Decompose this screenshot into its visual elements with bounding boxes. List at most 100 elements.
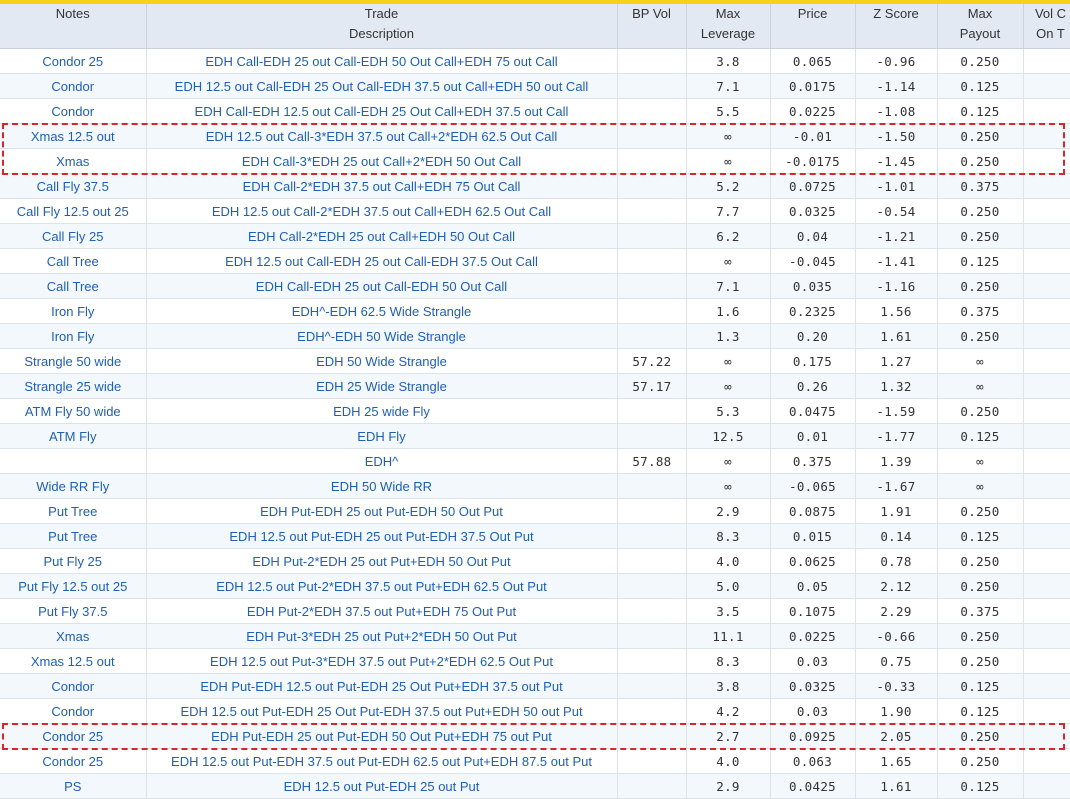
cell-description[interactable]: EDH Fly — [146, 423, 618, 449]
column-header-vol-change[interactable]: Vol C On T — [1023, 4, 1070, 49]
cell-notes[interactable]: Condor — [0, 98, 147, 124]
cell-notes[interactable]: Xmas — [0, 623, 147, 649]
cell-description[interactable]: EDH 12.5 out Call-2*EDH 37.5 out Call+ED… — [146, 198, 618, 224]
cell-notes[interactable]: ATM Fly — [0, 423, 147, 449]
cell-description[interactable]: EDH Put-EDH 25 out Put-EDH 50 Out Put — [146, 498, 618, 524]
cell-notes[interactable]: Call Fly 12.5 out 25 — [0, 198, 147, 224]
cell-notes[interactable]: Strangle 25 wide — [0, 373, 147, 399]
cell-description[interactable]: EDH 12.5 out Put-EDH 37.5 out Put-EDH 62… — [146, 748, 618, 774]
table-row[interactable]: Iron Fly EDH^-EDH 62.5 Wide Strangle 1.6 0.… — [0, 298, 1070, 324]
cell-notes[interactable]: Call Tree — [0, 273, 147, 299]
cell-notes[interactable]: Strangle 50 wide — [0, 348, 147, 374]
table-row[interactable]: Condor 25 EDH 12.5 out Put-EDH 37.5 out P… — [0, 748, 1070, 774]
cell-description[interactable]: EDH 12.5 out Put-3*EDH 37.5 out Put+2*ED… — [146, 648, 618, 674]
table-row[interactable]: Xmas EDH Call-3*EDH 25 out Call+2*EDH 50 … — [0, 148, 1070, 174]
column-header-max-payout[interactable]: Max Payout — [937, 4, 1024, 49]
cell-description[interactable]: EDH 12.5 out Put-EDH 25 Out Put-EDH 37.5… — [146, 698, 618, 724]
cell-notes[interactable]: Put Tree — [0, 523, 147, 549]
column-header-bp-vol[interactable]: BP Vol — [617, 4, 687, 49]
cell-notes[interactable]: Condor — [0, 673, 147, 699]
cell-description[interactable]: EDH 12.5 out Call-EDH 25 Out Call-EDH 37… — [146, 73, 618, 99]
table-row[interactable]: Put Fly 25 EDH Put-2*EDH 25 out Put+EDH 5… — [0, 548, 1070, 574]
cell-max-payout: 0.250 — [937, 623, 1024, 649]
cell-z-score: -0.96 — [855, 48, 938, 74]
table-row[interactable]: Call Fly 37.5 EDH Call-2*EDH 37.5 out Cal… — [0, 173, 1070, 199]
cell-notes[interactable]: Iron Fly — [0, 323, 147, 349]
cell-notes[interactable]: Condor 25 — [0, 48, 147, 74]
table-row[interactable]: Call Tree EDH 12.5 out Call-EDH 25 out Ca… — [0, 248, 1070, 274]
table-row[interactable]: Call Fly 12.5 out 25 EDH 12.5 out Call-2*… — [0, 198, 1070, 224]
cell-notes[interactable]: Condor — [0, 698, 147, 724]
cell-description[interactable]: EDH 50 Wide RR — [146, 473, 618, 499]
cell-description[interactable]: EDH^-EDH 50 Wide Strangle — [146, 323, 618, 349]
cell-notes[interactable]: Iron Fly — [0, 298, 147, 324]
table-row[interactable]: Put Fly 37.5 EDH Put-2*EDH 37.5 out Put+E… — [0, 598, 1070, 624]
cell-description[interactable]: EDH 12.5 out Put-2*EDH 37.5 out Put+EDH … — [146, 573, 618, 599]
table-row[interactable]: Strangle 50 wide EDH 50 Wide Strangle 57.2… — [0, 348, 1070, 374]
column-header-notes[interactable]: Notes — [0, 4, 147, 49]
cell-description[interactable]: EDH 12.5 out Call-EDH 25 out Call-EDH 37… — [146, 248, 618, 274]
cell-notes[interactable]: Put Fly 12.5 out 25 — [0, 573, 147, 599]
cell-notes[interactable]: Xmas 12.5 out — [0, 648, 147, 674]
cell-notes[interactable]: Xmas — [0, 148, 147, 174]
column-header-price[interactable]: Price — [770, 4, 856, 49]
cell-description[interactable]: EDH Call-2*EDH 37.5 out Call+EDH 75 Out … — [146, 173, 618, 199]
cell-description[interactable]: EDH^-EDH 62.5 Wide Strangle — [146, 298, 618, 324]
column-header-description[interactable]: Trade Description — [146, 4, 618, 49]
cell-description[interactable]: EDH 12.5 out Call-3*EDH 37.5 out Call+2*… — [146, 123, 618, 149]
cell-notes[interactable]: Condor 25 — [0, 748, 147, 774]
cell-notes[interactable]: Call Fly 25 — [0, 223, 147, 249]
table-row[interactable]: Put Tree EDH Put-EDH 25 out Put-EDH 50 Ou… — [0, 498, 1070, 524]
table-row[interactable]: Condor EDH Call-EDH 12.5 out Call-EDH 25 … — [0, 98, 1070, 124]
table-row[interactable]: ATM Fly 50 wide EDH 25 wide Fly 5.3 0.0475-… — [0, 398, 1070, 424]
cell-notes[interactable] — [0, 448, 147, 474]
table-row[interactable]: Xmas EDH Put-3*EDH 25 out Put+2*EDH 50 Ou… — [0, 623, 1070, 649]
cell-description[interactable]: EDH 12.5 out Put-EDH 25 out Put — [146, 773, 618, 799]
cell-notes[interactable]: Condor 25 — [0, 723, 147, 749]
cell-notes[interactable]: Put Fly 25 — [0, 548, 147, 574]
cell-description[interactable]: EDH Call-EDH 25 out Call-EDH 50 Out Call — [146, 273, 618, 299]
cell-description[interactable]: EDH^ — [146, 448, 618, 474]
table-row[interactable]: Xmas 12.5 out EDH 12.5 out Put-3*EDH 37.5… — [0, 648, 1070, 674]
cell-description[interactable]: EDH Put-EDH 12.5 out Put-EDH 25 Out Put+… — [146, 673, 618, 699]
table-row[interactable]: PS EDH 12.5 out Put-EDH 25 out Put 2.9 0.04… — [0, 773, 1070, 799]
cell-notes[interactable]: Condor — [0, 73, 147, 99]
cell-description[interactable]: EDH 25 Wide Strangle — [146, 373, 618, 399]
column-header-z-score[interactable]: Z Score — [855, 4, 938, 49]
cell-description[interactable]: EDH Put-3*EDH 25 out Put+2*EDH 50 Out Pu… — [146, 623, 618, 649]
table-row[interactable]: Put Fly 12.5 out 25 EDH 12.5 out Put-2*ED… — [0, 573, 1070, 599]
cell-notes[interactable]: ATM Fly 50 wide — [0, 398, 147, 424]
cell-notes[interactable]: Wide RR Fly — [0, 473, 147, 499]
table-row[interactable]: Call Tree EDH Call-EDH 25 out Call-EDH 50… — [0, 273, 1070, 299]
cell-notes[interactable]: Put Fly 37.5 — [0, 598, 147, 624]
table-row[interactable]: Strangle 25 wide EDH 25 Wide Strangle 57.1… — [0, 373, 1070, 399]
cell-notes[interactable]: PS — [0, 773, 147, 799]
cell-description[interactable]: EDH Call-2*EDH 25 out Call+EDH 50 Out Ca… — [146, 223, 618, 249]
table-row[interactable]: Wide RR Fly EDH 50 Wide RR ∞ -0.065 -1.67 ∞ — [0, 473, 1070, 499]
cell-notes[interactable]: Put Tree — [0, 498, 147, 524]
table-row[interactable]: Condor EDH 12.5 out Put-EDH 25 Out Put-ED… — [0, 698, 1070, 724]
cell-description[interactable]: EDH Put-2*EDH 25 out Put+EDH 50 Out Put — [146, 548, 618, 574]
cell-description[interactable]: EDH Put-2*EDH 37.5 out Put+EDH 75 Out Pu… — [146, 598, 618, 624]
table-row[interactable]: Condor 25 EDH Put-EDH 25 out Put-EDH 50 O… — [0, 723, 1070, 749]
table-row[interactable]: Condor EDH Put-EDH 12.5 out Put-EDH 25 Ou… — [0, 673, 1070, 699]
cell-description[interactable]: EDH Call-EDH 12.5 out Call-EDH 25 Out Ca… — [146, 98, 618, 124]
cell-description[interactable]: EDH 12.5 out Put-EDH 25 out Put-EDH 37.5… — [146, 523, 618, 549]
cell-description[interactable]: EDH Call-3*EDH 25 out Call+2*EDH 50 Out … — [146, 148, 618, 174]
table-row[interactable]: ATM Fly EDH Fly 12.5 0.01 -1.77 0.125 — [0, 423, 1070, 449]
table-row[interactable]: Call Fly 25 EDH Call-2*EDH 25 out Call+ED… — [0, 223, 1070, 249]
cell-description[interactable]: EDH Put-EDH 25 out Put-EDH 50 Out Put+ED… — [146, 723, 618, 749]
cell-notes[interactable]: Xmas 12.5 out — [0, 123, 147, 149]
table-row[interactable]: Condor 25 EDH Call-EDH 25 out Call-EDH 50… — [0, 48, 1070, 74]
cell-description[interactable]: EDH 50 Wide Strangle — [146, 348, 618, 374]
table-row[interactable]: EDH^57.88∞0.3751.39∞( — [0, 448, 1070, 474]
table-row[interactable]: Condor EDH 12.5 out Call-EDH 25 Out Call-… — [0, 73, 1070, 99]
cell-description[interactable]: EDH 25 wide Fly — [146, 398, 618, 424]
cell-description[interactable]: EDH Call-EDH 25 out Call-EDH 50 Out Call… — [146, 48, 618, 74]
cell-notes[interactable]: Call Fly 37.5 — [0, 173, 147, 199]
column-header-max-leverage[interactable]: Max Leverage — [686, 4, 771, 49]
table-row[interactable]: Iron Fly EDH^-EDH 50 Wide Strangle 1.3 0.20… — [0, 323, 1070, 349]
cell-notes[interactable]: Call Tree — [0, 248, 147, 274]
table-row[interactable]: Put Tree EDH 12.5 out Put-EDH 25 out Put-… — [0, 523, 1070, 549]
table-row[interactable]: Xmas 12.5 out EDH 12.5 out Call-3*EDH 37.… — [0, 123, 1070, 149]
